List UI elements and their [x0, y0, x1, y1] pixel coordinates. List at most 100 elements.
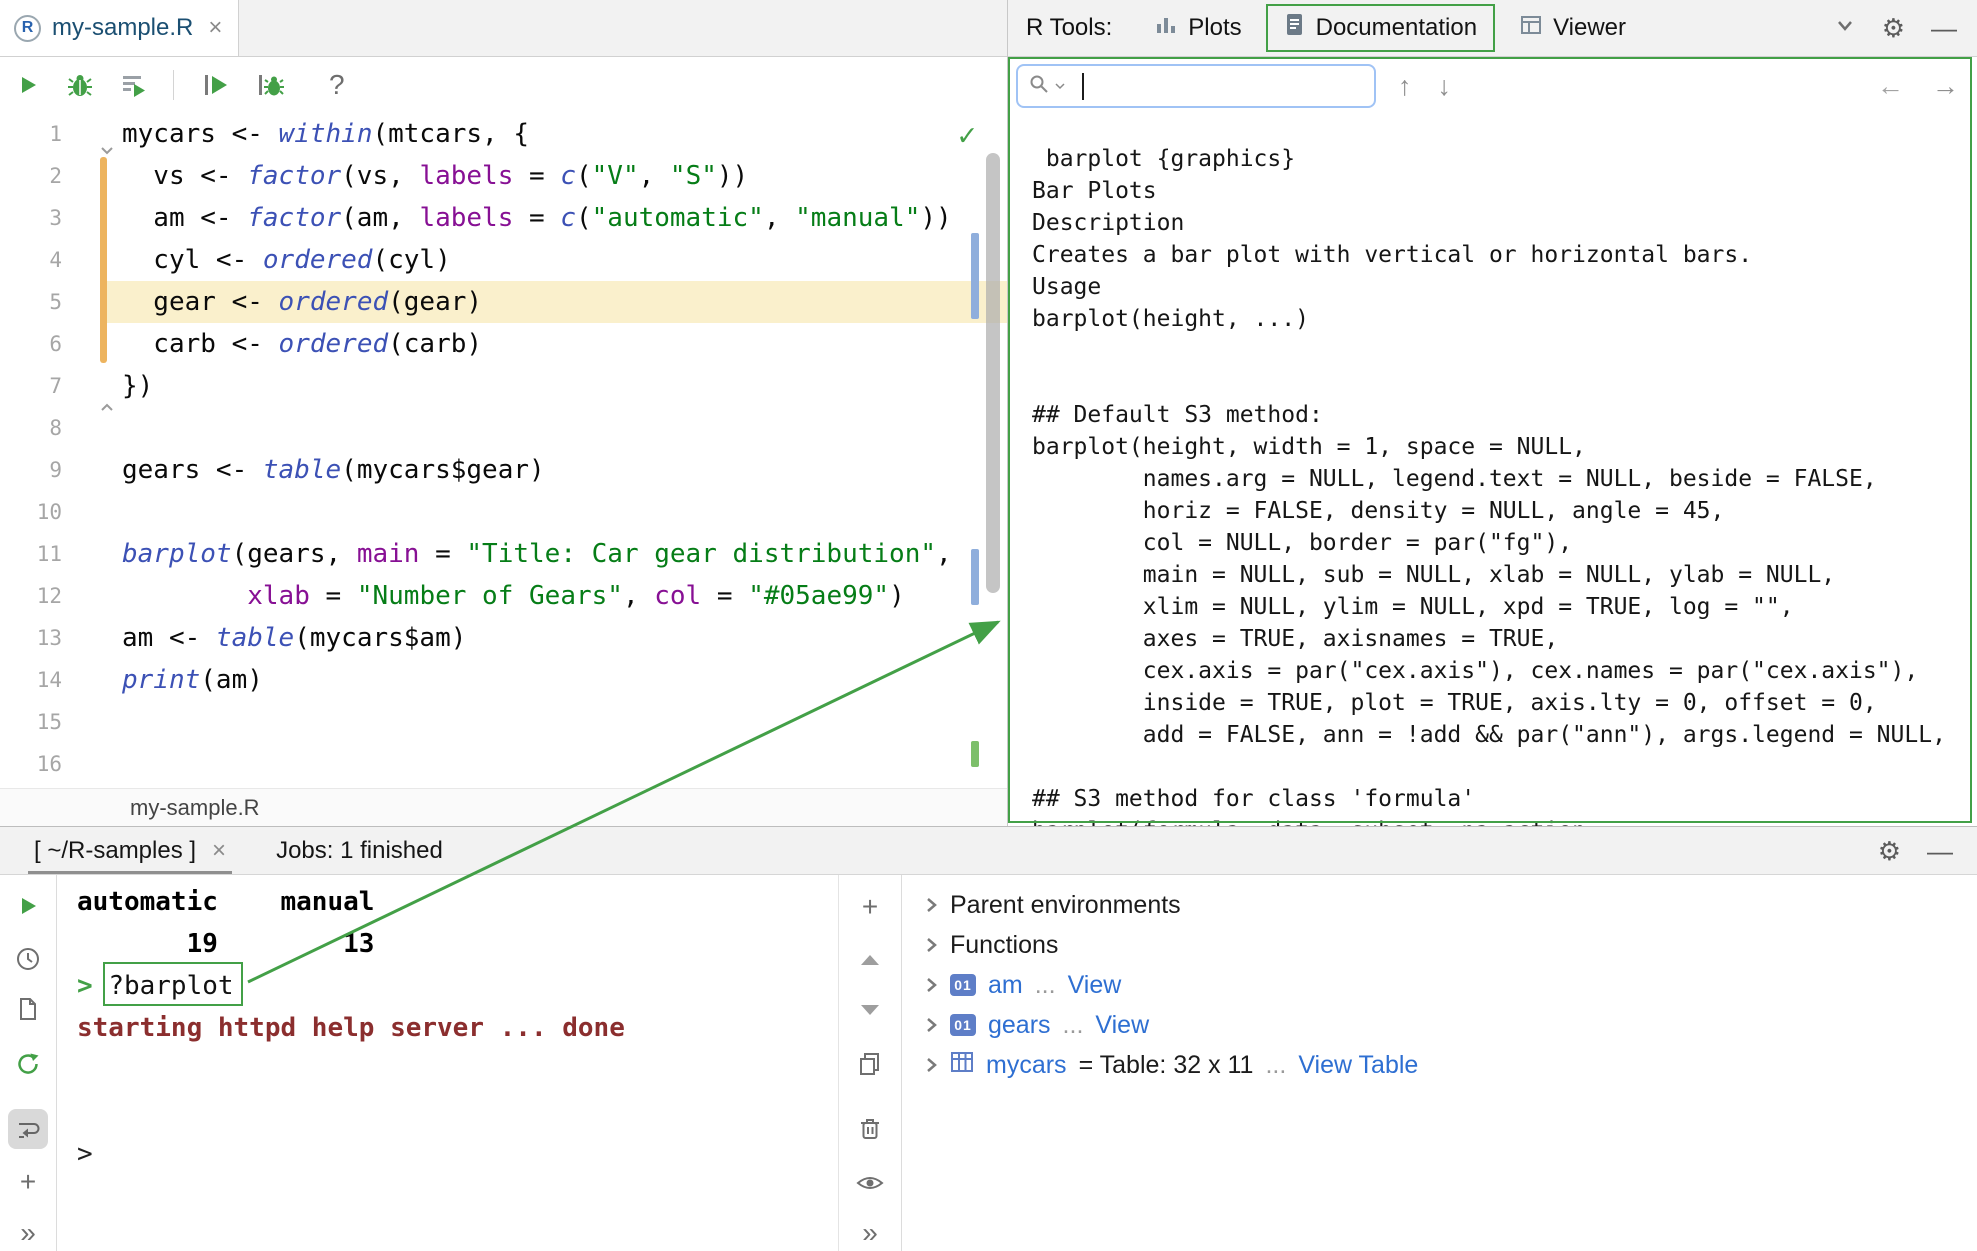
editor-scrollbar[interactable] — [986, 153, 1000, 593]
chevron-right-icon[interactable] — [924, 896, 938, 914]
env-row[interactable]: mycars= Table: 32 x 11...View Table — [902, 1045, 1977, 1085]
chevron-right-icon[interactable] — [924, 1016, 938, 1034]
code-line[interactable]: 5 gear <- ordered(gear) — [0, 281, 1007, 323]
code-line[interactable]: 12 xlab = "Number of Gears", col = "#05a… — [0, 575, 1007, 617]
view-link[interactable]: View — [1068, 971, 1122, 1000]
code-line[interactable]: 15 — [0, 701, 1007, 743]
fold-end-marker-icon[interactable] — [100, 383, 114, 425]
close-icon[interactable]: × — [212, 837, 226, 865]
run-context-button[interactable] — [120, 72, 146, 98]
code-line[interactable]: 13am <- table(mycars$am) — [0, 617, 1007, 659]
chevron-right-icon[interactable] — [924, 936, 938, 954]
copy-icon[interactable] — [858, 1051, 882, 1077]
variable-name[interactable]: mycars — [986, 1051, 1067, 1080]
env-row[interactable]: Functions — [902, 925, 1977, 965]
inspections-ok-icon[interactable]: ✓ — [958, 115, 976, 157]
tab-documentation[interactable]: Documentation — [1266, 4, 1495, 52]
documentation-content[interactable]: barplot {graphics}Bar PlotsDescriptionCr… — [1008, 115, 1977, 826]
code-line[interactable]: 7}) — [0, 365, 1007, 407]
tab-my-sample-r[interactable]: R my-sample.R × — [0, 0, 239, 56]
code-token: (am) — [200, 665, 263, 695]
code-token: factor — [247, 161, 341, 191]
close-icon[interactable]: × — [208, 14, 222, 42]
env-row[interactable]: Parent environments — [902, 885, 1977, 925]
tab-jobs[interactable]: Jobs: 1 finished — [276, 837, 443, 865]
history-clock-icon[interactable] — [15, 946, 41, 972]
editor-tabbar: R my-sample.R × — [0, 0, 1007, 57]
help-icon[interactable]: ? — [329, 69, 345, 101]
trash-icon[interactable] — [858, 1115, 882, 1141]
doc-line: names.arg = NULL, legend.text = NULL, be… — [1032, 463, 1977, 495]
console-command[interactable]: ?barplot — [108, 971, 233, 1001]
code-token: "#05ae99" — [748, 581, 889, 611]
gear-icon[interactable]: ⚙ — [1882, 15, 1905, 41]
run-button[interactable] — [16, 73, 40, 97]
env-row[interactable]: 01gears...View — [902, 1005, 1977, 1045]
env-group-label: Parent environments — [950, 891, 1181, 920]
doc-search-input[interactable] — [1016, 64, 1376, 108]
view-link[interactable]: View — [1095, 1011, 1149, 1040]
chevron-right-icon[interactable] — [924, 976, 938, 994]
code-line[interactable]: 1mycars <- within(mtcars, { — [0, 113, 1007, 155]
editor-pane: R my-sample.R × — [0, 0, 1008, 826]
fold-marker-icon[interactable] — [100, 127, 114, 169]
next-occurrence-icon[interactable]: ↓ — [1438, 71, 1452, 102]
code-line[interactable]: 3 am <- factor(am, labels = c("automatic… — [0, 197, 1007, 239]
code-line[interactable]: 2 vs <- factor(vs, labels = c("V", "S")) — [0, 155, 1007, 197]
code-token: carb <- — [122, 329, 279, 359]
scroll-down-icon[interactable] — [860, 1003, 880, 1017]
view-link[interactable]: View Table — [1298, 1051, 1418, 1080]
code-line[interactable]: 16 — [0, 743, 1007, 785]
tab-r-session[interactable]: [ ~/R-samples ] × — [28, 827, 232, 874]
minimize-icon[interactable]: — — [1927, 838, 1953, 864]
minimize-icon[interactable]: — — [1931, 15, 1957, 41]
variable-name[interactable]: am — [988, 971, 1023, 1000]
code-text: cyl <- ordered(cyl) — [62, 239, 451, 281]
add-icon[interactable]: + — [20, 1168, 36, 1196]
ellipsis-text: ... — [1265, 1051, 1286, 1080]
tab-plots[interactable]: Plots — [1138, 0, 1257, 56]
code-token: "Number of Gears" — [357, 581, 623, 611]
tab-label: Plots — [1188, 14, 1241, 42]
code-line[interactable]: 6 carb <- ordered(carb) — [0, 323, 1007, 365]
code-line[interactable]: 14print(am) — [0, 659, 1007, 701]
code-line[interactable]: 9gears <- table(mycars$gear) — [0, 449, 1007, 491]
line-number: 2 — [0, 155, 62, 197]
eye-icon[interactable] — [856, 1173, 884, 1193]
code-token: "S" — [670, 161, 717, 191]
scroll-up-icon[interactable] — [860, 953, 880, 967]
code-line[interactable]: 10 — [0, 491, 1007, 533]
more-actions-icon[interactable]: » — [20, 1219, 36, 1247]
add-icon[interactable]: + — [862, 893, 878, 921]
breadcrumb[interactable]: my-sample.R — [0, 788, 1007, 826]
console-left-toolbar: + » — [0, 875, 57, 1251]
document-icon — [1284, 12, 1306, 45]
code-editor[interactable]: 1mycars <- within(mtcars, {2 vs <- facto… — [0, 113, 1007, 788]
search-icon — [1028, 73, 1050, 100]
refresh-icon[interactable] — [15, 1051, 41, 1077]
forward-icon[interactable]: → — [1932, 71, 1959, 102]
gear-icon[interactable]: ⚙ — [1878, 838, 1901, 864]
console-mid-toolbar: + » — [838, 875, 901, 1251]
editor-tab-title: my-sample.R — [52, 14, 193, 42]
more-actions-icon[interactable]: » — [862, 1219, 878, 1247]
scratch-file-icon[interactable] — [16, 996, 40, 1022]
run-selection-button[interactable] — [201, 72, 229, 98]
variable-name[interactable]: gears — [988, 1011, 1051, 1040]
chevron-down-icon[interactable] — [1834, 14, 1856, 43]
search-options-caret-icon[interactable] — [1055, 77, 1065, 95]
debug-selection-button[interactable] — [256, 72, 286, 98]
code-line[interactable]: 4 cyl <- ordered(cyl) — [0, 239, 1007, 281]
console-output[interactable]: automatic manual 19 13> ?barplotstarting… — [57, 875, 838, 1251]
debug-button[interactable] — [67, 72, 93, 98]
soft-wrap-toggle[interactable] — [8, 1109, 48, 1149]
back-icon[interactable]: ← — [1877, 71, 1904, 102]
previous-occurrence-icon[interactable]: ↑ — [1398, 71, 1412, 102]
resume-run-button[interactable] — [17, 895, 39, 917]
code-line[interactable]: 11barplot(gears, main = "Title: Car gear… — [0, 533, 1007, 575]
env-row[interactable]: 01am...View — [902, 965, 1977, 1005]
code-token: "automatic" — [592, 203, 764, 233]
tab-viewer[interactable]: Viewer — [1503, 0, 1642, 56]
code-line[interactable]: 8 — [0, 407, 1007, 449]
chevron-right-icon[interactable] — [924, 1056, 938, 1074]
